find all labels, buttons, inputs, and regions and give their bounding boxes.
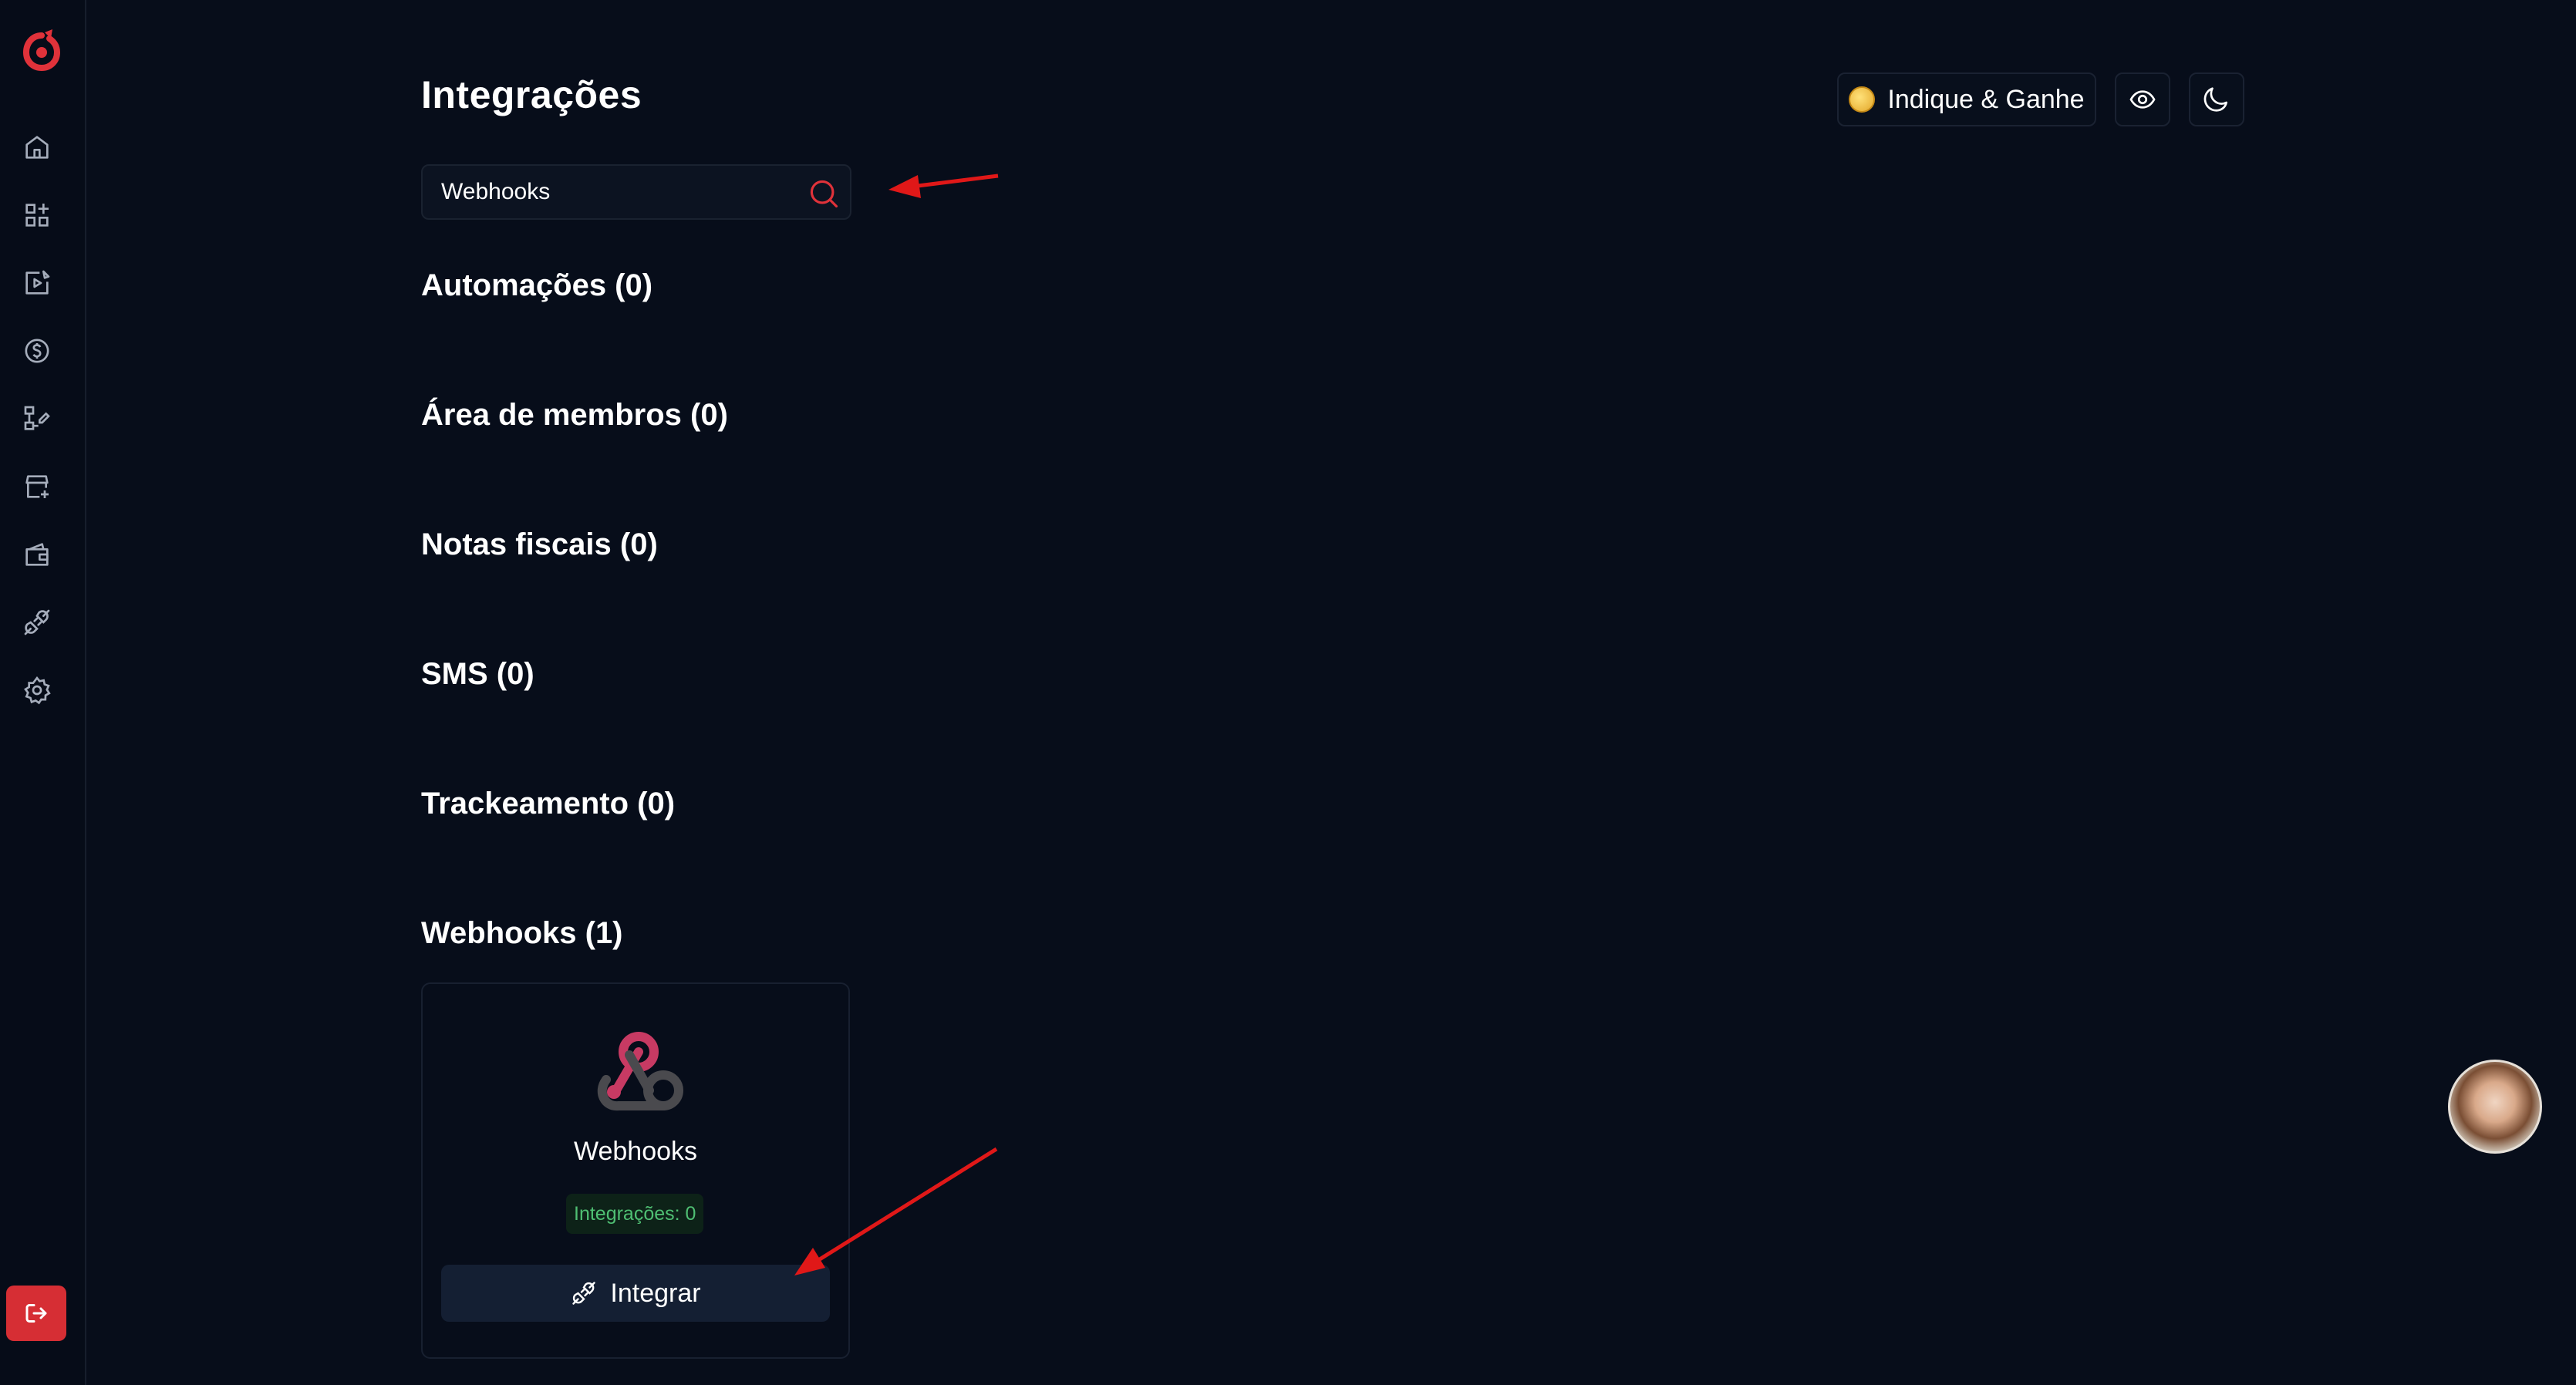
annotation-arrow-search xyxy=(888,174,999,198)
sidebar-item-store[interactable] xyxy=(21,470,53,503)
integrate-button-label: Integrar xyxy=(610,1278,701,1308)
section-title-members-area: Área de membros (0) xyxy=(421,398,728,432)
integration-card-webhooks: Webhooks Integrações: 0 Integrar xyxy=(421,982,850,1359)
support-chat-avatar[interactable] xyxy=(2448,1060,2542,1154)
visibility-toggle-button[interactable] xyxy=(2115,72,2170,126)
gear-icon xyxy=(24,676,51,705)
sidebar-item-workflow[interactable] xyxy=(21,403,53,435)
home-icon xyxy=(25,136,49,159)
dollar-icon xyxy=(25,339,49,363)
logout-icon xyxy=(25,1304,47,1323)
sidebar-item-wallet[interactable] xyxy=(21,538,53,571)
sidebar-item-content[interactable] xyxy=(21,267,53,299)
section-title-webhooks: Webhooks (1) xyxy=(421,916,623,950)
eye-icon xyxy=(2129,90,2156,109)
integrate-button[interactable]: Integrar xyxy=(441,1265,830,1322)
theme-toggle-button[interactable] xyxy=(2189,72,2244,126)
moon-icon xyxy=(2203,87,2228,112)
logout-button[interactable] xyxy=(6,1286,66,1341)
sidebar-item-apps[interactable] xyxy=(21,199,53,231)
store-icon xyxy=(25,475,49,498)
wallet-icon xyxy=(25,543,49,566)
plug-icon xyxy=(24,609,50,635)
search-input[interactable] xyxy=(441,166,796,218)
brand-logo[interactable] xyxy=(17,26,66,76)
referral-button[interactable]: Indique & Ganhe xyxy=(1837,72,2096,126)
sidebar xyxy=(0,0,86,1385)
sidebar-item-finance[interactable] xyxy=(21,335,53,367)
search-box[interactable] xyxy=(421,164,851,220)
webhook-logo-icon xyxy=(597,1032,683,1111)
page-title: Integrações xyxy=(421,73,642,116)
sidebar-item-integrations[interactable] xyxy=(21,606,53,639)
sidebar-item-settings[interactable] xyxy=(21,674,53,706)
annotation-arrows xyxy=(794,174,999,1275)
integrations-count-badge: Integrações: 0 xyxy=(566,1194,704,1234)
coin-icon xyxy=(1849,86,1876,113)
search-icon[interactable] xyxy=(807,177,841,211)
section-title-invoices: Notas fiscais (0) xyxy=(421,527,658,561)
section-title-automations: Automações (0) xyxy=(421,268,653,302)
sidebar-item-home[interactable] xyxy=(21,131,53,163)
video-edit-icon xyxy=(25,270,50,295)
referral-label: Indique & Ganhe xyxy=(1887,84,2085,114)
apps-icon xyxy=(25,204,49,227)
section-title-sms: SMS (0) xyxy=(421,657,534,691)
plug-icon xyxy=(572,1282,596,1305)
workflow-icon xyxy=(24,406,50,430)
card-title: Webhooks xyxy=(573,1137,698,1166)
section-title-tracking: Trackeamento (0) xyxy=(421,787,676,821)
